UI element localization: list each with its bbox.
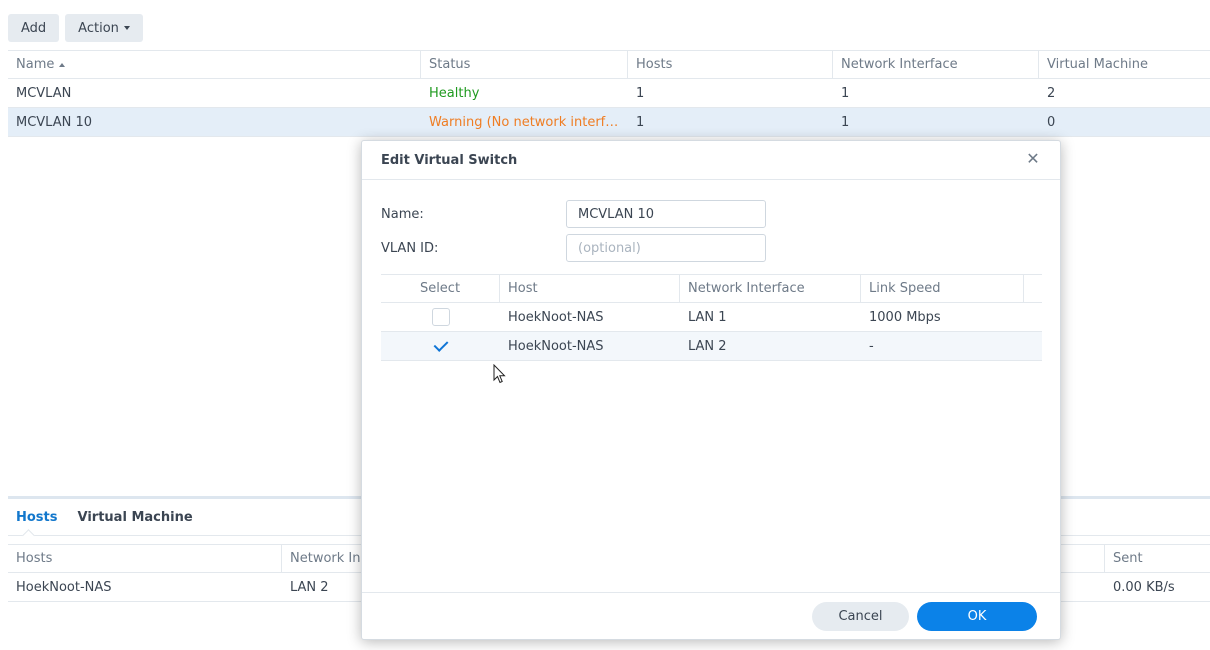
column-header-virtual-machine[interactable]: Virtual Machine <box>1039 51 1210 78</box>
cell-host: HoekNoot-NAS <box>508 338 604 354</box>
ok-button[interactable]: OK <box>917 602 1037 631</box>
table-row[interactable]: HoekNoot-NAS LAN 1 1000 Mbps <box>381 303 1042 332</box>
cancel-button[interactable]: Cancel <box>812 602 909 631</box>
cell-link-speed: - <box>869 338 874 354</box>
dialog-footer: Cancel OK <box>362 592 1060 639</box>
column-header-status-label: Status <box>429 57 471 72</box>
close-icon[interactable]: ✕ <box>1026 151 1040 167</box>
column-header-virtual-machine-label: Virtual Machine <box>1047 57 1149 72</box>
mouse-pointer-icon <box>493 364 506 384</box>
table-row[interactable]: MCVLAN Healthy 1 1 2 <box>8 79 1210 108</box>
tab-hosts[interactable]: Hosts <box>8 499 66 535</box>
column-header-name-label: Name <box>16 57 55 72</box>
column-header-link-speed[interactable]: Link Speed <box>861 275 1024 302</box>
virtual-switch-table: Name Status Hosts Network Interface Virt… <box>8 50 1210 137</box>
cell-hosts: 1 <box>636 114 645 130</box>
column-header-host[interactable]: Host <box>500 275 680 302</box>
table-row[interactable]: HoekNoot-NAS LAN 2 - <box>381 332 1042 361</box>
select-checkbox[interactable] <box>431 308 450 326</box>
status-healthy: Healthy <box>429 85 480 101</box>
tab-virtual-machine[interactable]: Virtual Machine <box>70 499 201 535</box>
cell-name: MCVLAN 10 <box>16 114 93 130</box>
vlan-field-row: VLAN ID: (optional) <box>381 234 766 262</box>
add-button[interactable]: Add <box>8 14 60 42</box>
name-field-row: Name: MCVLAN 10 <box>381 200 766 228</box>
dialog-title: Edit Virtual Switch <box>362 141 1060 180</box>
table-header: Name Status Hosts Network Interface Virt… <box>8 50 1210 79</box>
vlan-id-label: VLAN ID: <box>381 240 439 256</box>
host-interface-table: Select Host Network Interface Link Speed… <box>381 274 1042 361</box>
column-header-filler <box>1024 275 1042 302</box>
column-header-name[interactable]: Name <box>8 51 421 78</box>
column-header-hosts-label: Hosts <box>636 57 673 72</box>
select-cell <box>381 303 500 331</box>
add-button-label: Add <box>21 20 47 36</box>
cell-link-speed: 1000 Mbps <box>869 309 941 325</box>
name-input[interactable]: MCVLAN 10 <box>566 200 766 228</box>
cell-name: MCVLAN <box>16 85 72 101</box>
cell-network-interface: 1 <box>841 85 850 101</box>
action-button-label: Action <box>78 20 119 36</box>
table-header: Select Host Network Interface Link Speed <box>381 274 1042 303</box>
cell-host: HoekNoot-NAS <box>508 309 604 325</box>
sort-ascending-icon <box>59 62 66 67</box>
toolbar: Add Action <box>8 14 143 42</box>
column-header-hosts[interactable]: Hosts <box>628 51 833 78</box>
cell-host: HoekNoot-NAS <box>16 579 112 595</box>
select-checkbox-checked[interactable] <box>432 337 450 355</box>
select-cell <box>381 332 500 360</box>
column-header-network-interface[interactable]: Network Interface <box>680 275 861 302</box>
vlan-id-input[interactable]: (optional) <box>566 234 766 262</box>
cell-network-interface: 1 <box>841 114 850 130</box>
column-header-sent[interactable]: Sent <box>1105 545 1210 572</box>
cell-sent: 0.00 KB/s <box>1113 579 1175 595</box>
column-header-status[interactable]: Status <box>421 51 628 78</box>
cell-virtual-machine: 0 <box>1047 114 1056 130</box>
chevron-down-icon <box>123 26 130 30</box>
cell-network-interface: LAN 1 <box>688 309 727 325</box>
column-header-network-interface-label: Network Interface <box>841 57 958 72</box>
edit-virtual-switch-dialog: Edit Virtual Switch ✕ Name: MCVLAN 10 VL… <box>361 140 1061 640</box>
column-header-network-interface[interactable]: Network Interface <box>833 51 1039 78</box>
status-warning: Warning (No network interf… <box>429 114 619 130</box>
cell-network-interface: LAN 2 <box>688 338 727 354</box>
column-header-hosts[interactable]: Hosts <box>8 545 282 572</box>
cell-virtual-machine: 2 <box>1047 85 1056 101</box>
cell-hosts: 1 <box>636 85 645 101</box>
column-header-select: Select <box>381 275 500 302</box>
action-dropdown-button[interactable]: Action <box>65 14 143 42</box>
name-label: Name: <box>381 206 424 222</box>
table-row-selected[interactable]: MCVLAN 10 Warning (No network interf… 1 … <box>8 108 1210 137</box>
